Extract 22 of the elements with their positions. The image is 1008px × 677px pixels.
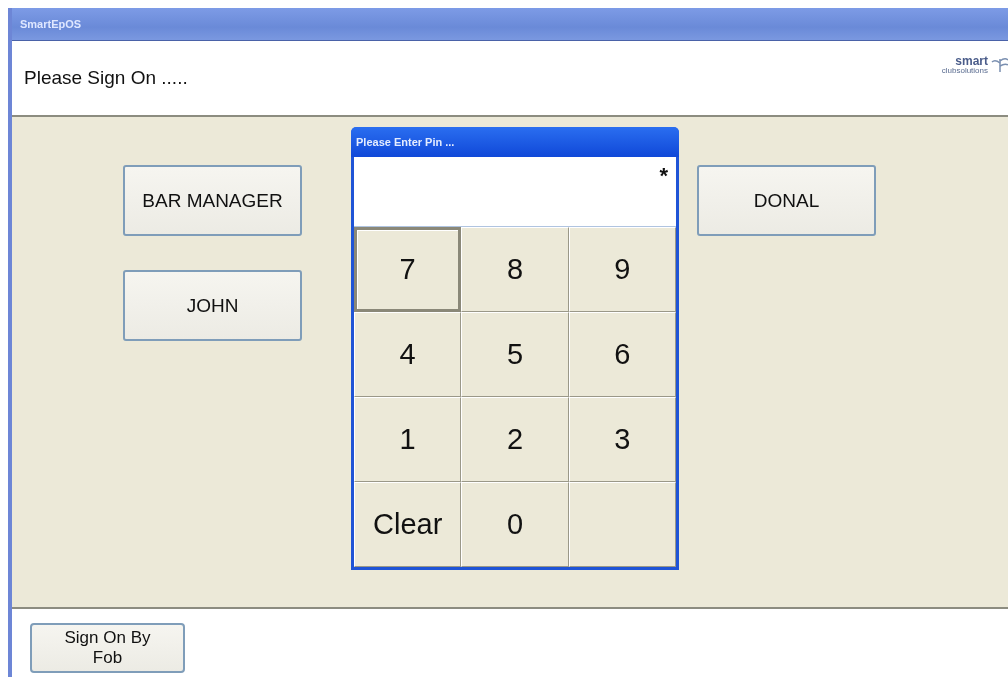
pin-mask: * [659,163,668,189]
keypad-key[interactable]: 4 [354,312,462,397]
window-title: SmartEpOS [20,18,82,30]
sign-on-by-fob-button[interactable]: Sign On By Fob [30,623,185,673]
keypad-key[interactable]: 6 [568,312,676,397]
sprout-icon [990,55,1008,73]
sign-on-prompt: Please Sign On ..... [24,67,188,89]
user-button[interactable]: BAR MANAGER [123,165,302,236]
keypad-key[interactable]: 7 [354,227,462,312]
keypad-key[interactable]: 0 [461,482,569,567]
user-button[interactable]: DONAL [697,165,876,236]
logo-subtitle: clubsolutions [941,67,988,75]
user-button[interactable]: JOHN [123,270,302,341]
keypad-key[interactable]: Clear [354,482,462,567]
keypad-key[interactable]: 1 [354,397,462,482]
keypad-key[interactable]: 2 [461,397,569,482]
keypad-key[interactable]: 9 [568,227,676,312]
keypad-key[interactable]: 3 [568,397,676,482]
keypad-key[interactable]: 5 [461,312,569,397]
logo-name: smart [955,55,988,67]
keypad-key[interactable]: 8 [461,227,569,312]
dialog-title: Please Enter Pin ... [356,136,455,148]
